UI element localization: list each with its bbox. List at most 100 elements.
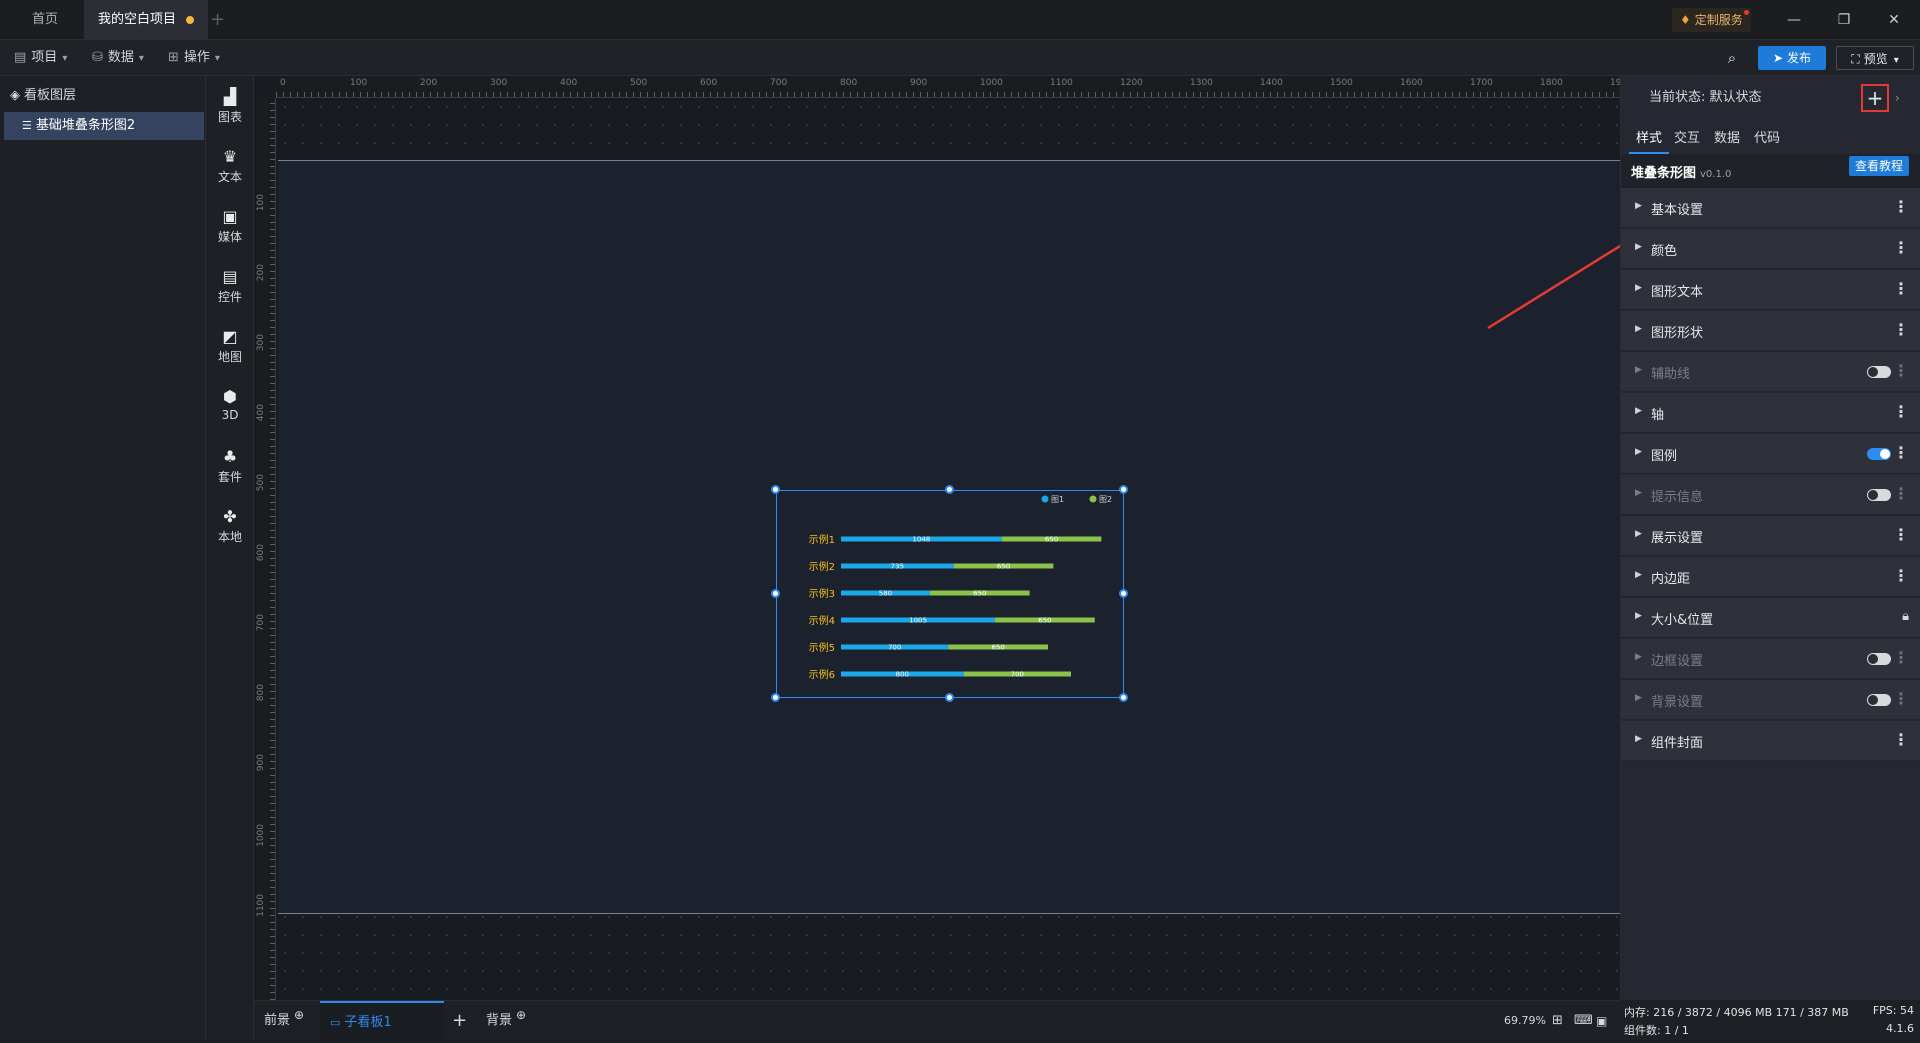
menu-operation[interactable]: ⊞ 操作 ▾ bbox=[160, 46, 228, 70]
resize-handle-se[interactable] bbox=[1119, 693, 1128, 702]
settings-section[interactable]: ▶ 内边距 ⋮ bbox=[1621, 557, 1920, 597]
custom-service-button[interactable]: ♦ 定制服务 bbox=[1672, 8, 1751, 32]
section-toggle[interactable] bbox=[1867, 653, 1891, 665]
tab-project-label: 我的空白项目 bbox=[98, 12, 177, 27]
section-toggle[interactable] bbox=[1867, 366, 1891, 378]
more-options-icon[interactable]: ⋮ bbox=[1893, 484, 1909, 503]
unsaved-dot bbox=[186, 15, 195, 24]
library-local[interactable]: ✤ 本地 bbox=[206, 500, 254, 548]
close-button[interactable]: ✕ bbox=[1880, 8, 1908, 32]
settings-section[interactable]: ▶ 颜色 ⋮ bbox=[1621, 229, 1920, 269]
board-tab-label: 子看板1 bbox=[344, 1015, 392, 1030]
ruler-top-tick-label: 1300 bbox=[1190, 78, 1213, 88]
more-options-icon[interactable]: ⋮ bbox=[1893, 197, 1909, 216]
resize-handle-s[interactable] bbox=[945, 693, 954, 702]
keyboard-icon[interactable]: ⌨ bbox=[1574, 1001, 1593, 1041]
tab-style[interactable]: 样式 bbox=[1629, 124, 1669, 154]
more-options-icon[interactable]: ⋮ bbox=[1893, 525, 1909, 544]
ruler-top-tick-label: 900 bbox=[910, 78, 928, 88]
section-toggle[interactable] bbox=[1867, 489, 1891, 501]
terminal-icon[interactable]: ▣ bbox=[1596, 1001, 1607, 1041]
tab-code[interactable]: 代码 bbox=[1749, 124, 1785, 154]
settings-section[interactable]: ▶ 基本设置 ⋮ bbox=[1621, 188, 1920, 228]
more-options-icon[interactable]: ⋮ bbox=[1893, 279, 1909, 298]
layers-title: ◈ 看板图层 bbox=[10, 86, 76, 106]
library-widget[interactable]: ▤ 控件 bbox=[206, 260, 254, 308]
add-board-button[interactable]: + bbox=[452, 1001, 467, 1041]
settings-section[interactable]: ▶ 轴 ⋮ bbox=[1621, 393, 1920, 433]
lock-icon[interactable]: 🔒︎ bbox=[1902, 609, 1909, 624]
settings-section[interactable]: ▶ 提示信息 ⋮ bbox=[1621, 475, 1920, 515]
section-toggle[interactable] bbox=[1867, 448, 1891, 460]
add-circle-icon[interactable]: ⊕ bbox=[294, 1008, 304, 1022]
more-options-icon[interactable]: ⋮ bbox=[1893, 689, 1909, 708]
more-options-icon[interactable]: ⋮ bbox=[1893, 730, 1909, 749]
settings-section[interactable]: ▶ 背景设置 ⋮ bbox=[1621, 680, 1920, 720]
library-kit[interactable]: ♣ 套件 bbox=[206, 440, 254, 488]
publish-button[interactable]: ➤ 发布 bbox=[1758, 46, 1826, 70]
resize-handle-e[interactable] bbox=[1119, 589, 1128, 598]
component-library-column: ▟ 图表 ♛ 文本 ▣ 媒体 ▤ 控件 ◩ 地图 ⬢ 3D ♣ 套件 ✤ 本地 bbox=[206, 76, 254, 1040]
settings-section-label: 颜色 bbox=[1651, 244, 1678, 259]
layer-item[interactable]: ☰ 基础堆叠条形图2 bbox=[4, 112, 204, 140]
more-options-icon[interactable]: ⋮ bbox=[1893, 648, 1909, 667]
zoom-level[interactable]: 69.79% bbox=[1504, 1001, 1546, 1041]
settings-section[interactable]: ▶ 展示设置 ⋮ bbox=[1621, 516, 1920, 556]
stacked-bar-chart: 图1 图2 示例1 1048 650 示例2 735 650 示例3 580 650 示例4 1005 6… bbox=[809, 495, 1112, 681]
settings-section[interactable]: ▶ 大小&位置 🔒︎ bbox=[1621, 598, 1920, 638]
grid-icon: ⊞ bbox=[168, 50, 179, 65]
more-options-icon[interactable]: ⋮ bbox=[1893, 320, 1909, 339]
settings-section[interactable]: ▶ 图形形状 ⋮ bbox=[1621, 311, 1920, 351]
resize-handle-ne[interactable] bbox=[1119, 485, 1128, 494]
more-options-icon[interactable]: ⋮ bbox=[1893, 443, 1909, 462]
settings-section[interactable]: ▶ 辅助线 ⋮ bbox=[1621, 352, 1920, 392]
minimize-button[interactable]: — bbox=[1780, 8, 1808, 32]
library-map[interactable]: ◩ 地图 bbox=[206, 320, 254, 368]
board-tab-1[interactable]: ▭ 子看板1 bbox=[320, 1001, 444, 1041]
resize-handle-nw[interactable] bbox=[771, 485, 780, 494]
foreground-tab[interactable]: 前景 ⊕ bbox=[264, 1001, 304, 1041]
tab-data[interactable]: 数据 bbox=[1709, 124, 1745, 154]
restore-button[interactable]: ❐ bbox=[1830, 8, 1858, 32]
settings-section[interactable]: ▶ 图例 ⋮ bbox=[1621, 434, 1920, 474]
more-options-icon[interactable]: ⋮ bbox=[1893, 566, 1909, 585]
new-tab-button[interactable]: + bbox=[210, 0, 225, 40]
kit-icon: ♣ bbox=[222, 447, 238, 466]
expand-icon: ▶ bbox=[1635, 283, 1642, 293]
expand-icon: ▶ bbox=[1635, 242, 1642, 252]
section-toggle[interactable] bbox=[1867, 694, 1891, 706]
tab-interaction[interactable]: 交互 bbox=[1669, 124, 1705, 154]
tutorial-button[interactable]: 查看教程 bbox=[1849, 156, 1910, 176]
fit-screen-icon[interactable]: ⊞ bbox=[1552, 1001, 1563, 1041]
library-text-label: 文本 bbox=[217, 170, 242, 184]
library-media[interactable]: ▣ 媒体 bbox=[206, 200, 254, 248]
settings-section[interactable]: ▶ 边框设置 ⋮ bbox=[1621, 639, 1920, 679]
add-state-button[interactable]: + bbox=[1861, 84, 1889, 112]
ruler-top-tick-label: 300 bbox=[490, 78, 508, 88]
chart-widget[interactable]: 图1 图2 示例1 1048 650 示例2 735 650 示例3 580 650 示例4 1005 6… bbox=[776, 490, 1124, 698]
expand-icon: ▶ bbox=[1635, 734, 1642, 744]
widget-icon: ▤ bbox=[222, 267, 238, 286]
resize-handle-n[interactable] bbox=[945, 485, 954, 494]
tab-home[interactable]: 首页 bbox=[18, 0, 72, 40]
resize-handle-w[interactable] bbox=[771, 589, 780, 598]
more-options-icon[interactable]: ⋮ bbox=[1893, 238, 1909, 257]
search-icon[interactable]: ⌕ bbox=[1720, 46, 1744, 70]
menu-data[interactable]: ⛁ 数据 ▾ bbox=[84, 46, 152, 70]
library-chart[interactable]: ▟ 图表 bbox=[206, 80, 254, 128]
library-text[interactable]: ♛ 文本 bbox=[206, 140, 254, 188]
resize-handle-sw[interactable] bbox=[771, 693, 780, 702]
app-version: 4.1.6 bbox=[1886, 1022, 1914, 1035]
settings-section[interactable]: ▶ 图形文本 ⋮ bbox=[1621, 270, 1920, 310]
settings-section[interactable]: ▶ 组件封面 ⋮ bbox=[1621, 721, 1920, 761]
tab-current-project[interactable]: 我的空白项目 bbox=[84, 0, 209, 40]
more-options-icon[interactable]: ⋮ bbox=[1893, 361, 1909, 380]
title-bar: 首页 我的空白项目 + ♦ 定制服务 — ❐ ✕ bbox=[0, 0, 1920, 40]
add-circle-icon[interactable]: ⊕ bbox=[516, 1008, 526, 1022]
more-options-icon[interactable]: ⋮ bbox=[1893, 402, 1909, 421]
preview-button[interactable]: ⛶ 预览 ▾ bbox=[1836, 46, 1914, 70]
background-tab[interactable]: 背景 ⊕ bbox=[486, 1001, 526, 1041]
chevron-right-icon[interactable]: › bbox=[1895, 86, 1900, 110]
menu-project[interactable]: ▤ 项目 ▾ bbox=[6, 46, 75, 70]
library-3d[interactable]: ⬢ 3D bbox=[206, 380, 254, 428]
